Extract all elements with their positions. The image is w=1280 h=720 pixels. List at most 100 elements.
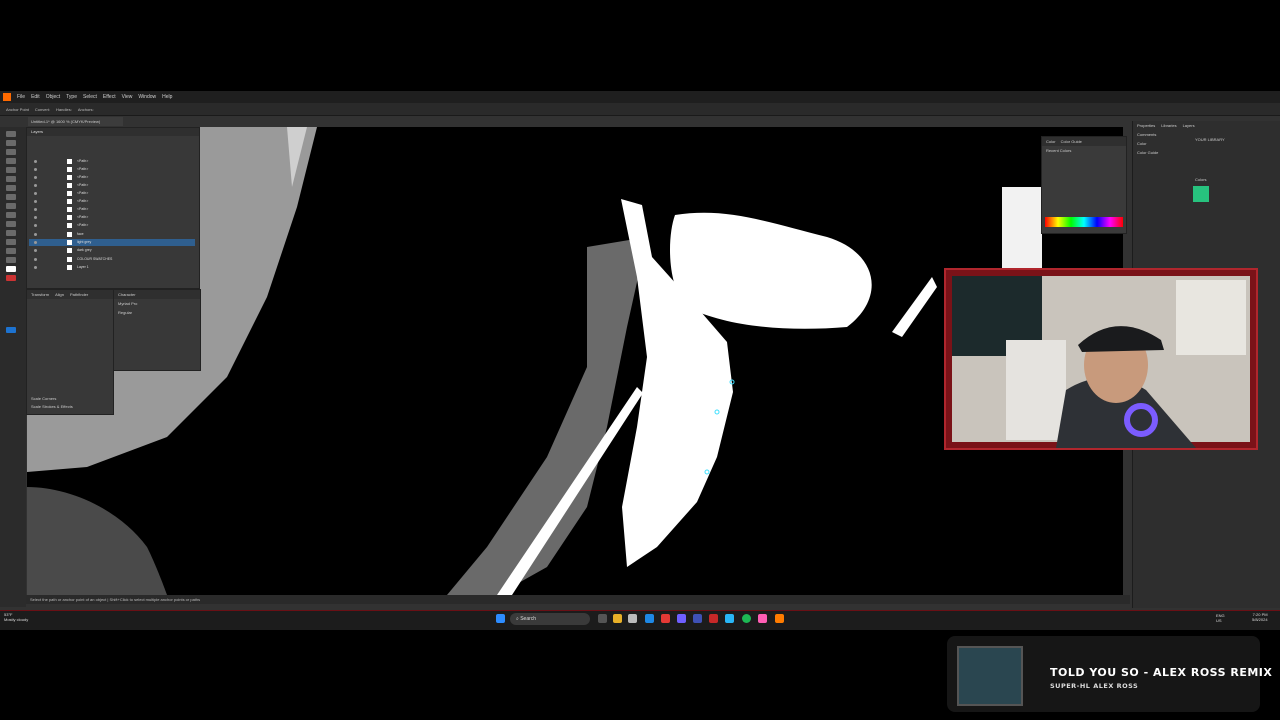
pen-tool-icon[interactable] bbox=[6, 158, 16, 164]
layer-row[interactable]: <Path> bbox=[29, 182, 195, 189]
font-style-select[interactable]: Regular bbox=[114, 308, 200, 317]
tab-properties[interactable]: Properties bbox=[1137, 123, 1155, 128]
color-spectrum[interactable] bbox=[1045, 217, 1123, 227]
scale-tool-icon[interactable] bbox=[6, 230, 16, 236]
font-family-select[interactable]: Myriad Pro bbox=[114, 299, 200, 308]
windows-start-icon[interactable] bbox=[496, 614, 505, 623]
eye-icon[interactable] bbox=[34, 241, 37, 244]
song-artist: SUPER-HL ALEX ROSS bbox=[1050, 682, 1139, 690]
eye-icon[interactable] bbox=[34, 168, 37, 171]
menu-effect[interactable]: Effect bbox=[103, 94, 116, 100]
system-clock[interactable]: 7:20 PM 5/8/2024 bbox=[1252, 612, 1268, 622]
eye-icon[interactable] bbox=[34, 192, 37, 195]
menu-object[interactable]: Object bbox=[46, 94, 60, 100]
stroke-swatch-icon[interactable] bbox=[6, 275, 16, 281]
tab-align[interactable]: Align bbox=[55, 292, 64, 297]
menu-view[interactable]: View bbox=[122, 94, 133, 100]
store-icon[interactable] bbox=[628, 614, 637, 623]
eye-icon[interactable] bbox=[34, 200, 37, 203]
direct-selection-tool-icon[interactable] bbox=[6, 140, 16, 146]
tab-color[interactable]: Color bbox=[1046, 139, 1056, 144]
eye-icon[interactable] bbox=[34, 233, 37, 236]
menu-window[interactable]: Window bbox=[138, 94, 156, 100]
menu-select[interactable]: Select bbox=[83, 94, 97, 100]
tab-libraries[interactable]: Libraries bbox=[1161, 123, 1176, 128]
line-tool-icon[interactable] bbox=[6, 176, 16, 182]
rotate-tool-icon[interactable] bbox=[6, 221, 16, 227]
file-explorer-icon[interactable] bbox=[613, 614, 622, 623]
control-convert[interactable]: Convert: bbox=[35, 107, 50, 112]
layer-row[interactable]: face bbox=[29, 231, 195, 238]
obs-icon[interactable] bbox=[709, 614, 718, 623]
eraser-tool-icon[interactable] bbox=[6, 212, 16, 218]
document-tab[interactable]: Untitled-1* @ 1600 % (CMYK/Preview) bbox=[28, 117, 123, 126]
layer-label: Layer 1 bbox=[77, 265, 89, 269]
fill-swatch-icon[interactable] bbox=[6, 266, 16, 272]
layer-row[interactable]: <Path> bbox=[29, 198, 195, 205]
tab-color-guide[interactable]: Color Guide bbox=[1061, 139, 1082, 144]
layer-row[interactable]: <Path> bbox=[29, 190, 195, 197]
layer-row[interactable]: <Path> bbox=[29, 206, 195, 213]
type-tool-icon[interactable] bbox=[6, 167, 16, 173]
menu-help[interactable]: Help bbox=[162, 94, 172, 100]
tab-transform[interactable]: Transform bbox=[31, 292, 49, 297]
eye-icon[interactable] bbox=[34, 208, 37, 211]
rectangle-tool-icon[interactable] bbox=[6, 185, 16, 191]
paintbrush-tool-icon[interactable] bbox=[6, 194, 16, 200]
tab-layers[interactable]: Layers bbox=[1183, 123, 1195, 128]
eye-icon[interactable] bbox=[34, 216, 37, 219]
taskbar-search[interactable]: ⌕ Search bbox=[510, 613, 590, 625]
layer-row[interactable]: <Path> bbox=[29, 214, 195, 221]
input-language[interactable]: ENG US bbox=[1216, 613, 1225, 623]
selection-tool-icon[interactable] bbox=[6, 131, 16, 137]
spotify-icon[interactable] bbox=[742, 614, 751, 623]
eye-icon[interactable] bbox=[34, 249, 37, 252]
layer-row[interactable]: <Path> bbox=[29, 174, 195, 181]
screen-mode-icon[interactable] bbox=[6, 327, 16, 333]
character-panel-title: Character bbox=[114, 290, 200, 299]
layer-row[interactable]: Layer 1 bbox=[29, 264, 195, 271]
layer-row[interactable]: dark grey bbox=[29, 247, 195, 254]
tab-pathfinder[interactable]: Pathfinder bbox=[70, 292, 88, 297]
control-anchors[interactable]: Anchors: bbox=[78, 107, 94, 112]
eye-icon[interactable] bbox=[34, 160, 37, 163]
discord-icon[interactable] bbox=[677, 614, 686, 623]
app-icon[interactable] bbox=[758, 614, 767, 623]
layer-row[interactable]: <Path> bbox=[29, 222, 195, 229]
layer-thumbnail bbox=[67, 191, 72, 196]
region-code: US bbox=[1216, 618, 1222, 623]
library-color-swatch[interactable] bbox=[1193, 186, 1209, 202]
layer-row[interactable]: <Path> bbox=[29, 166, 195, 173]
menu-file[interactable]: File bbox=[17, 94, 25, 100]
white-stroke-shape bbox=[892, 277, 937, 337]
layer-row-selected[interactable]: light grey bbox=[29, 239, 195, 246]
menu-type[interactable]: Type bbox=[66, 94, 77, 100]
eyedropper-tool-icon[interactable] bbox=[6, 257, 16, 263]
magic-wand-tool-icon[interactable] bbox=[6, 149, 16, 155]
task-view-icon[interactable] bbox=[598, 614, 607, 623]
eye-icon[interactable] bbox=[34, 266, 37, 269]
app-icon[interactable] bbox=[693, 614, 702, 623]
layer-row[interactable]: COLOUR SWATCHES bbox=[29, 256, 195, 263]
eye-icon[interactable] bbox=[34, 224, 37, 227]
control-handles[interactable]: Handles: bbox=[56, 107, 72, 112]
eye-icon[interactable] bbox=[34, 176, 37, 179]
eye-icon[interactable] bbox=[34, 258, 37, 261]
illustrator-icon[interactable] bbox=[775, 614, 784, 623]
pencil-tool-icon[interactable] bbox=[6, 203, 16, 209]
weather-widget[interactable]: 53°F Mostly cloudy bbox=[4, 612, 28, 622]
eye-icon[interactable] bbox=[34, 184, 37, 187]
edge-icon[interactable] bbox=[645, 614, 654, 623]
width-tool-icon[interactable] bbox=[6, 239, 16, 245]
app-icon[interactable] bbox=[725, 614, 734, 623]
menu-edit[interactable]: Edit bbox=[31, 94, 40, 100]
shape-builder-tool-icon[interactable] bbox=[6, 248, 16, 254]
dock-color-guide[interactable]: Color Guide bbox=[1133, 148, 1280, 157]
layer-label: dark grey bbox=[77, 248, 92, 252]
chrome-icon[interactable] bbox=[661, 614, 670, 623]
layer-row[interactable]: <Path> bbox=[29, 158, 195, 165]
layer-thumbnail bbox=[67, 215, 72, 220]
layer-label: <Path> bbox=[77, 199, 89, 203]
scale-strokes-checkbox[interactable]: Scale Strokes & Effects bbox=[27, 402, 77, 411]
layer-label: light grey bbox=[77, 240, 92, 244]
